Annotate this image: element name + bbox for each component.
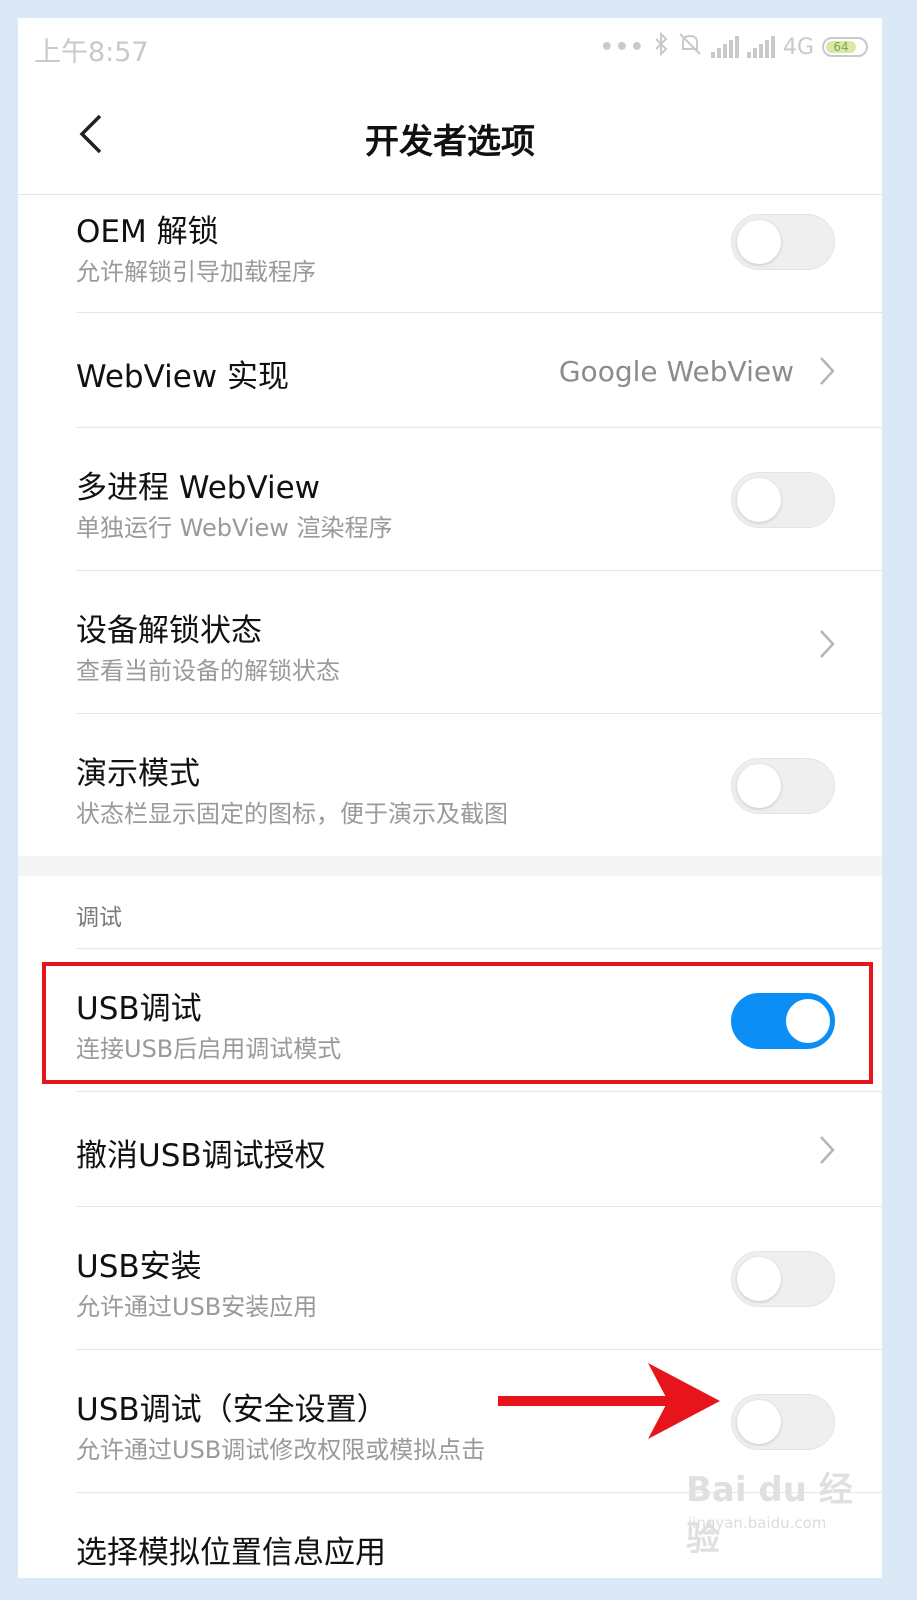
setting-title: 多进程 WebView — [76, 470, 321, 506]
section-gap — [18, 856, 882, 876]
toggle-knob — [737, 1400, 781, 1444]
status-bar: 上午8:57 ••• 4G 64 — [18, 18, 882, 76]
setting-demo-mode[interactable]: 演示模式 状态栏显示固定的图标，便于演示及截图 — [76, 714, 882, 856]
watermark-url: jingyan.baidu.com — [688, 1514, 827, 1532]
phone-screen: 上午8:57 ••• 4G 64 开发者选项 OEM 解锁 允许解锁引导加载程序 — [18, 18, 882, 1578]
mute-alarm-icon — [677, 32, 703, 62]
setting-subtitle: 允许解锁引导加载程序 — [76, 258, 316, 286]
chevron-right-icon — [820, 630, 835, 658]
setting-subtitle: 允许通过USB安装应用 — [76, 1293, 318, 1321]
section-header-debug: 调试 — [76, 905, 122, 931]
highlight-box — [42, 962, 873, 1084]
page-title: 开发者选项 — [365, 122, 535, 162]
multiprocess-webview-toggle[interactable] — [731, 472, 835, 528]
setting-webview-implementation[interactable]: WebView 实现 Google WebView — [76, 313, 882, 427]
setting-title: USB安装 — [76, 1249, 202, 1285]
setting-title: WebView 实现 — [76, 359, 290, 395]
setting-title: 设备解锁状态 — [76, 613, 262, 649]
watermark-logo: Bai du 经验 — [686, 1470, 853, 1559]
app-header: 开发者选项 — [18, 76, 882, 195]
network-type: 4G — [782, 34, 814, 60]
usb-install-toggle[interactable] — [731, 1251, 835, 1307]
bluetooth-icon — [653, 31, 669, 62]
toggle-knob — [737, 764, 781, 808]
setting-usb-install[interactable]: USB安装 允许通过USB安装应用 — [76, 1207, 882, 1349]
usb-debugging-security-toggle[interactable] — [731, 1394, 835, 1450]
setting-title: 演示模式 — [76, 756, 200, 792]
setting-multiprocess-webview[interactable]: 多进程 WebView 单独运行 WebView 渲染程序 — [76, 428, 882, 570]
status-icons: ••• 4G 64 — [599, 31, 868, 62]
chevron-right-icon — [820, 357, 835, 385]
setting-subtitle: 查看当前设备的解锁状态 — [76, 657, 340, 685]
setting-title: 选择模拟位置信息应用 — [76, 1535, 386, 1571]
red-arrow-icon — [498, 1363, 720, 1439]
setting-subtitle: 状态栏显示固定的图标，便于演示及截图 — [76, 800, 508, 828]
setting-oem-unlock[interactable]: OEM 解锁 允许解锁引导加载程序 — [76, 194, 882, 312]
status-time: 上午8:57 — [34, 37, 149, 68]
battery-level: 64 — [826, 41, 856, 54]
signal-1-icon — [710, 36, 739, 58]
setting-device-unlock-status[interactable]: 设备解锁状态 查看当前设备的解锁状态 — [76, 571, 882, 713]
setting-title: USB调试（安全设置） — [76, 1392, 388, 1428]
oem-unlock-toggle[interactable] — [731, 214, 835, 270]
setting-subtitle: 允许通过USB调试修改权限或模拟点击 — [76, 1436, 486, 1464]
setting-subtitle: 单独运行 WebView 渲染程序 — [76, 514, 393, 542]
more-notifications-icon: ••• — [599, 34, 645, 60]
toggle-knob — [737, 220, 781, 264]
battery-icon: 64 — [822, 37, 868, 57]
chevron-right-icon — [820, 1136, 835, 1164]
setting-revoke-usb-authorizations[interactable]: 撤消USB调试授权 — [76, 1092, 882, 1206]
signal-2-icon — [746, 36, 775, 58]
setting-title: 撤消USB调试授权 — [76, 1138, 326, 1174]
setting-value: Google WebView — [558, 355, 794, 388]
toggle-knob — [737, 478, 781, 522]
toggle-knob — [737, 1257, 781, 1301]
setting-title: OEM 解锁 — [76, 214, 219, 250]
demo-mode-toggle[interactable] — [731, 758, 835, 814]
